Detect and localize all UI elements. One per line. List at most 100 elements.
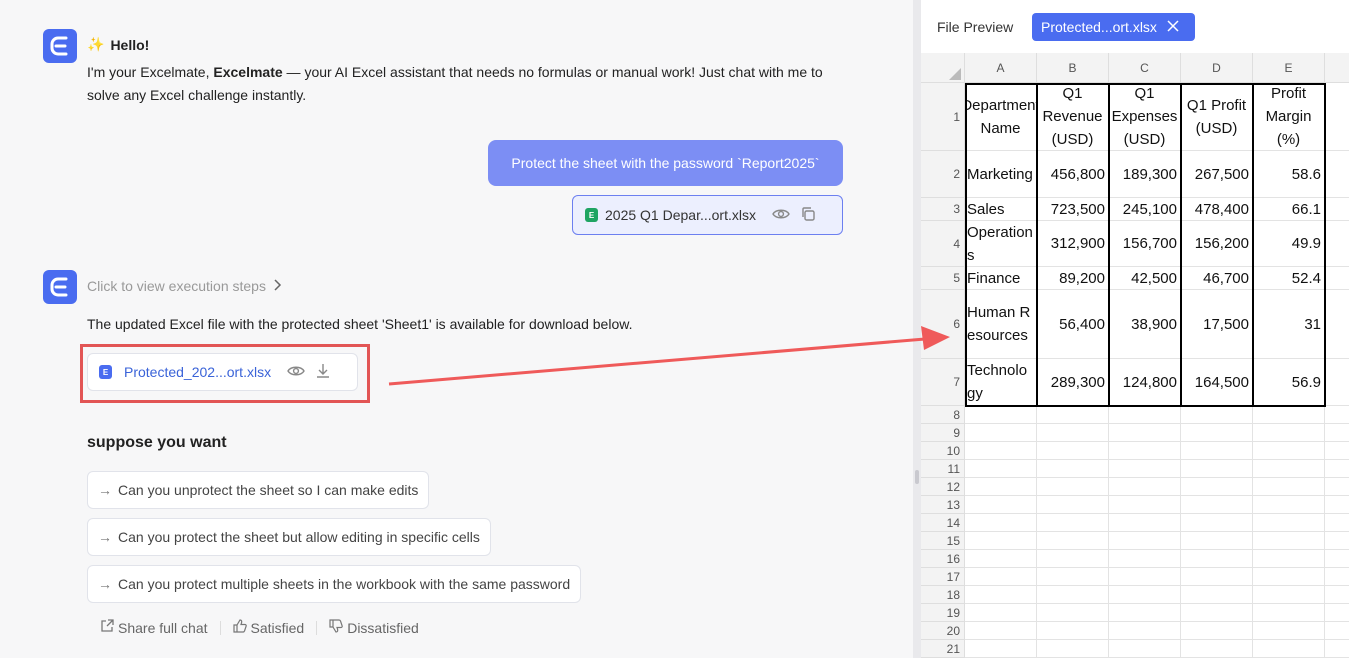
value-cell[interactable]: 46,700 [1181, 267, 1253, 290]
department-cell[interactable]: Technology [965, 359, 1037, 406]
row-header-6[interactable]: 6 [921, 290, 965, 359]
empty-cell[interactable] [1037, 496, 1109, 514]
value-cell[interactable]: 723,500 [1037, 198, 1109, 221]
empty-cell[interactable] [1325, 460, 1349, 478]
column-header-c[interactable]: C [1109, 53, 1181, 83]
empty-cell[interactable] [1253, 460, 1325, 478]
value-cell[interactable]: 42,500 [1109, 267, 1181, 290]
row-header-9[interactable]: 9 [921, 424, 965, 442]
empty-cell[interactable] [1109, 586, 1181, 604]
header-cell[interactable]: Department Name [965, 83, 1037, 151]
empty-cell[interactable] [1037, 640, 1109, 658]
row-header-11[interactable]: 11 [921, 460, 965, 478]
row-header-21[interactable]: 21 [921, 640, 965, 658]
header-cell[interactable]: Q1 Revenue (USD) [1037, 83, 1109, 151]
row-header-2[interactable]: 2 [921, 151, 965, 198]
value-cell[interactable]: 124,800 [1109, 359, 1181, 406]
row-header-7[interactable]: 7 [921, 359, 965, 406]
row-header-3[interactable]: 3 [921, 198, 965, 221]
row-header-1[interactable]: 1 [921, 83, 965, 151]
empty-cell[interactable] [1037, 568, 1109, 586]
empty-cell[interactable] [965, 622, 1037, 640]
row-header-13[interactable]: 13 [921, 496, 965, 514]
row-header-18[interactable]: 18 [921, 586, 965, 604]
empty-cell[interactable] [1109, 640, 1181, 658]
empty-cell[interactable] [1109, 604, 1181, 622]
empty-cell[interactable] [1253, 442, 1325, 460]
value-cell[interactable]: 245,100 [1109, 198, 1181, 221]
empty-cell[interactable] [965, 568, 1037, 586]
empty-cell[interactable] [1109, 442, 1181, 460]
empty-cell[interactable] [1253, 478, 1325, 496]
value-cell[interactable]: 289,300 [1037, 359, 1109, 406]
empty-cell[interactable] [1253, 406, 1325, 424]
download-icon[interactable] [315, 363, 331, 382]
header-cell[interactable]: Q1 Profit (USD) [1181, 83, 1253, 151]
empty-cell[interactable] [965, 406, 1037, 424]
empty-cell[interactable] [1181, 514, 1253, 532]
department-cell[interactable]: Human Resources [965, 290, 1037, 359]
column-header-e[interactable]: E [1253, 53, 1325, 83]
department-cell[interactable]: Marketing [965, 151, 1037, 198]
value-cell[interactable]: 456,800 [1037, 151, 1109, 198]
empty-cell[interactable] [1181, 460, 1253, 478]
empty-cell[interactable] [1325, 550, 1349, 568]
empty-cell[interactable] [1037, 514, 1109, 532]
value-cell[interactable]: 52.4 [1253, 267, 1325, 290]
user-attached-file[interactable]: E 2025 Q1 Depar...ort.xlsx [572, 195, 843, 235]
empty-cell[interactable] [1037, 478, 1109, 496]
value-cell[interactable]: 31 [1253, 290, 1325, 359]
column-header-d[interactable]: D [1181, 53, 1253, 83]
preview-file-tab[interactable]: Protected...ort.xlsx [1032, 13, 1195, 41]
empty-cell[interactable] [1181, 568, 1253, 586]
empty-cell[interactable] [1181, 424, 1253, 442]
empty-cell[interactable] [1325, 514, 1349, 532]
empty-cell[interactable] [1037, 586, 1109, 604]
empty-cell[interactable] [1109, 496, 1181, 514]
value-cell[interactable]: 89,200 [1037, 267, 1109, 290]
empty-cell[interactable] [1037, 424, 1109, 442]
empty-cell[interactable] [1181, 622, 1253, 640]
empty-cell[interactable] [1325, 478, 1349, 496]
empty-cell[interactable] [1181, 640, 1253, 658]
empty-cell[interactable] [1325, 532, 1349, 550]
empty-cell[interactable] [1109, 622, 1181, 640]
row-header-15[interactable]: 15 [921, 532, 965, 550]
close-icon[interactable] [1167, 19, 1179, 35]
empty-cell[interactable] [1037, 442, 1109, 460]
column-header-b[interactable]: B [1037, 53, 1109, 83]
empty-cell[interactable] [1253, 424, 1325, 442]
empty-cell[interactable] [1325, 406, 1349, 424]
empty-cell[interactable] [1325, 640, 1349, 658]
empty-cell[interactable] [1325, 221, 1349, 267]
empty-cell[interactable] [1109, 568, 1181, 586]
empty-cell[interactable] [965, 514, 1037, 532]
empty-cell[interactable] [965, 460, 1037, 478]
department-cell[interactable]: Finance [965, 267, 1037, 290]
empty-cell[interactable] [1109, 514, 1181, 532]
row-header-17[interactable]: 17 [921, 568, 965, 586]
empty-cell[interactable] [1109, 478, 1181, 496]
empty-cell[interactable] [1325, 267, 1349, 290]
empty-cell[interactable] [1325, 604, 1349, 622]
empty-cell[interactable] [1181, 550, 1253, 568]
empty-cell[interactable] [1109, 532, 1181, 550]
empty-cell[interactable] [1037, 532, 1109, 550]
row-header-19[interactable]: 19 [921, 604, 965, 622]
empty-cell[interactable] [1037, 604, 1109, 622]
empty-cell[interactable] [1181, 406, 1253, 424]
empty-cell[interactable] [1253, 586, 1325, 604]
row-header-14[interactable]: 14 [921, 514, 965, 532]
panel-splitter[interactable] [913, 0, 921, 658]
empty-cell[interactable] [965, 442, 1037, 460]
value-cell[interactable]: 17,500 [1181, 290, 1253, 359]
suggestion-item[interactable]: → Can you protect the sheet but allow ed… [87, 518, 491, 556]
satisfied-button[interactable]: Satisfied [232, 619, 304, 636]
column-header-a[interactable]: A [965, 53, 1037, 83]
empty-cell[interactable] [1181, 586, 1253, 604]
row-header-8[interactable]: 8 [921, 406, 965, 424]
empty-cell[interactable] [1037, 622, 1109, 640]
value-cell[interactable]: 49.9 [1253, 221, 1325, 267]
value-cell[interactable]: 164,500 [1181, 359, 1253, 406]
empty-cell[interactable] [1181, 604, 1253, 622]
